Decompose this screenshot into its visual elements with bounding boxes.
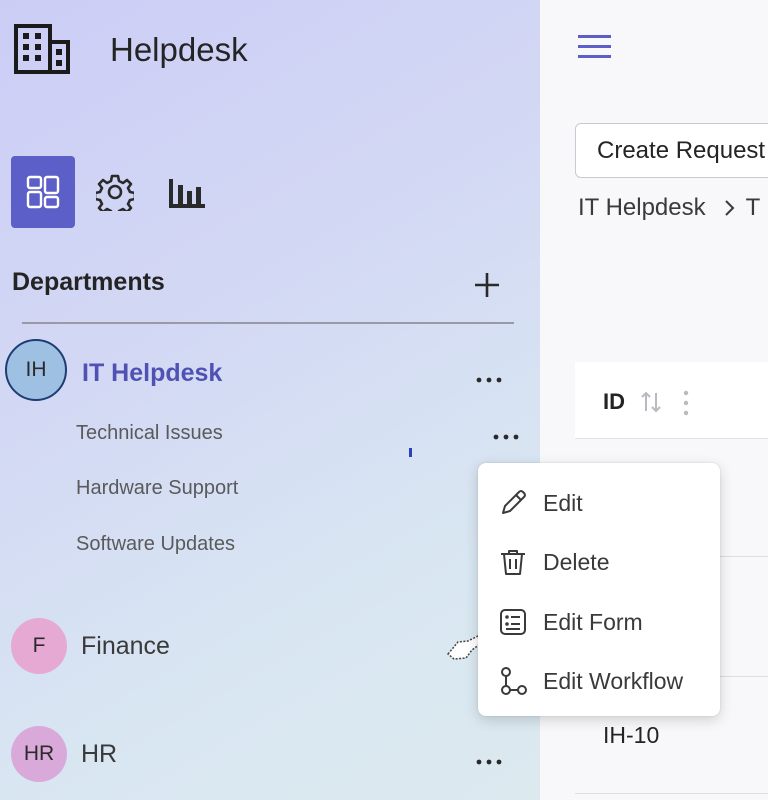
departments-title: Departments — [12, 268, 165, 296]
menu-item-edit-form[interactable]: Edit Form — [478, 596, 720, 648]
avatar-initials: HR — [23, 742, 55, 765]
menu-item-edit[interactable]: Edit — [478, 477, 720, 529]
subitem-technical-issues[interactable]: Technical Issues — [76, 422, 223, 445]
avatar-initials: IH — [25, 358, 47, 381]
pencil-icon — [502, 490, 526, 514]
dashboard-icon — [26, 175, 60, 209]
menu-item-edit-workflow[interactable]: Edit Workflow — [478, 655, 720, 707]
plus-icon — [475, 273, 499, 297]
create-request-button[interactable]: Create Request — [575, 123, 768, 178]
building-icon — [14, 24, 70, 74]
menu-item-delete[interactable]: Delete — [478, 536, 720, 588]
column-header-id[interactable]: ID — [603, 389, 625, 415]
form-icon — [500, 609, 526, 635]
column-menu-icon[interactable] — [681, 389, 691, 417]
subitem-software-updates[interactable]: Software Updates — [76, 533, 235, 556]
nav-settings-button[interactable] — [83, 156, 147, 228]
context-menu: Edit Delete Edit Form Edit Workflow — [478, 463, 720, 716]
breadcrumb-current[interactable]: T — [746, 194, 761, 222]
avatar-initials: F — [32, 634, 46, 657]
table-header: ID — [575, 362, 768, 439]
breadcrumb: IT Helpdesk T — [578, 194, 760, 222]
divider — [22, 322, 514, 324]
workflow-icon — [501, 667, 527, 695]
table-cell-id[interactable]: IH-10 — [603, 722, 659, 749]
trash-icon — [501, 550, 525, 575]
chevron-right-icon — [724, 200, 735, 216]
nav-reports-button[interactable] — [155, 156, 219, 228]
avatar[interactable]: F — [11, 618, 67, 674]
subitem-more-options-button[interactable] — [490, 427, 522, 447]
breadcrumb-root[interactable]: IT Helpdesk — [578, 194, 706, 222]
more-horizontal-icon — [476, 377, 502, 383]
more-horizontal-icon — [493, 434, 519, 440]
app-title: Helpdesk — [110, 31, 248, 68]
department-item-it-helpdesk[interactable]: IT Helpdesk — [82, 359, 222, 388]
avatar[interactable]: IH — [5, 339, 67, 401]
department-item-finance[interactable]: Finance — [81, 632, 170, 661]
drag-indicator — [409, 448, 412, 457]
more-horizontal-icon — [476, 759, 502, 765]
sort-icon[interactable] — [639, 389, 663, 415]
subitem-hardware-support[interactable]: Hardware Support — [76, 477, 238, 500]
menu-item-label: Edit — [543, 490, 583, 516]
menu-item-label: Delete — [543, 549, 610, 575]
department-item-hr[interactable]: HR — [81, 740, 117, 769]
add-department-button[interactable] — [470, 268, 504, 302]
table-row-divider — [575, 793, 768, 794]
more-options-button[interactable] — [473, 370, 505, 390]
avatar[interactable]: HR — [11, 726, 67, 782]
nav-dashboard-button[interactable] — [11, 156, 75, 228]
drag-cursor-icon — [446, 634, 481, 660]
bar-chart-icon — [169, 179, 205, 208]
sidebar: Helpdesk Departments IH IT Helpdesk Tech… — [0, 0, 540, 800]
more-options-button[interactable] — [473, 752, 505, 772]
hamburger-menu-icon[interactable] — [576, 32, 616, 62]
gear-icon — [96, 174, 134, 211]
menu-item-label: Edit Workflow — [543, 668, 684, 694]
menu-item-label: Edit Form — [543, 609, 643, 635]
